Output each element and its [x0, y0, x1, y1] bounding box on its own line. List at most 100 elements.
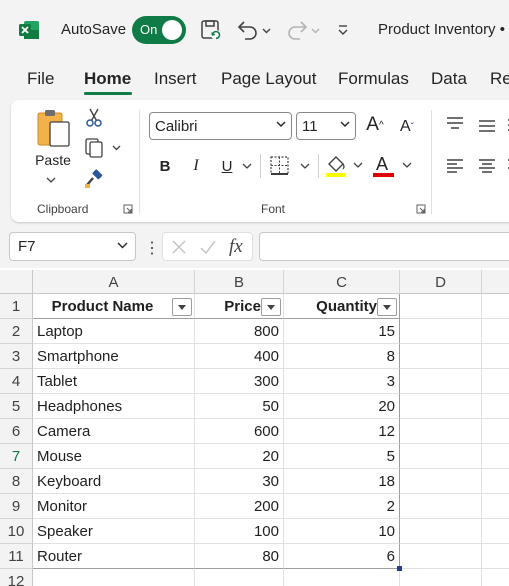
cell[interactable] — [400, 519, 482, 544]
cell-product-name[interactable]: Monitor — [33, 494, 195, 519]
cell[interactable] — [482, 469, 509, 494]
row-header[interactable]: 8 — [0, 469, 33, 494]
align-right-icon[interactable] — [505, 154, 509, 178]
tab-file[interactable]: File — [27, 69, 54, 89]
header-cell-quantity[interactable]: Quantity — [284, 294, 400, 319]
customize-quick-access-icon[interactable] — [337, 17, 349, 43]
row-header[interactable]: 10 — [0, 519, 33, 544]
cell[interactable] — [482, 319, 509, 344]
table-resize-handle[interactable] — [397, 566, 402, 571]
confirm-entry-icon[interactable] — [199, 239, 217, 255]
font-color-button[interactable]: A — [371, 152, 417, 180]
align-left-icon[interactable] — [443, 154, 467, 178]
cell-price[interactable]: 20 — [195, 444, 284, 469]
cell-quantity[interactable]: 20 — [284, 394, 400, 419]
column-header-d[interactable]: D — [400, 270, 482, 294]
column-header-a[interactable]: A — [33, 270, 195, 294]
cell-price[interactable]: 600 — [195, 419, 284, 444]
clipboard-launcher-icon[interactable] — [123, 204, 133, 214]
cell-product-name[interactable]: Smartphone — [33, 344, 195, 369]
format-painter-icon[interactable] — [83, 168, 105, 190]
font-launcher-icon[interactable] — [416, 204, 426, 214]
cell-product-name[interactable]: Laptop — [33, 319, 195, 344]
cell-product-name[interactable]: Camera — [33, 419, 195, 444]
cell[interactable] — [400, 469, 482, 494]
header-cell-price[interactable]: Price — [195, 294, 284, 319]
cell-product-name[interactable]: Tablet — [33, 369, 195, 394]
cell[interactable] — [400, 344, 482, 369]
cell[interactable] — [33, 569, 195, 586]
cell-product-name[interactable]: Keyboard — [33, 469, 195, 494]
row-header-active[interactable]: 7 — [0, 444, 33, 469]
cell-quantity[interactable]: 18 — [284, 469, 400, 494]
row-header[interactable]: 12 — [0, 569, 33, 586]
cell[interactable] — [482, 544, 509, 569]
insert-function-icon[interactable]: fx — [229, 236, 243, 258]
filter-dropdown-button[interactable] — [377, 298, 397, 316]
shrink-font-button[interactable]: Aˇ — [394, 114, 420, 140]
row-header[interactable]: 11 — [0, 544, 33, 569]
cell[interactable] — [400, 569, 482, 586]
column-header-c[interactable]: C — [284, 270, 400, 294]
cell[interactable] — [482, 519, 509, 544]
cell-quantity[interactable]: 6 — [284, 544, 400, 569]
cell-quantity[interactable]: 10 — [284, 519, 400, 544]
row-header[interactable]: 9 — [0, 494, 33, 519]
cell[interactable] — [482, 344, 509, 369]
bottom-align-icon[interactable] — [505, 114, 509, 138]
row-header[interactable]: 2 — [0, 319, 33, 344]
filter-dropdown-button[interactable] — [172, 298, 192, 316]
cell[interactable] — [482, 494, 509, 519]
cell[interactable] — [400, 394, 482, 419]
bold-button[interactable]: B — [154, 154, 176, 178]
column-header-e[interactable] — [482, 270, 509, 294]
cell[interactable] — [400, 294, 482, 319]
header-cell-product-name[interactable]: Product Name — [33, 294, 195, 319]
underline-button[interactable]: U — [216, 154, 238, 178]
name-box[interactable]: F7 — [9, 232, 136, 261]
cell[interactable] — [400, 444, 482, 469]
cell[interactable] — [482, 444, 509, 469]
cell-price[interactable]: 30 — [195, 469, 284, 494]
cell[interactable] — [195, 569, 284, 586]
cell-quantity[interactable]: 8 — [284, 344, 400, 369]
cell-product-name[interactable]: Speaker — [33, 519, 195, 544]
cell[interactable] — [284, 569, 400, 586]
tab-insert[interactable]: Insert — [154, 69, 197, 89]
cell-price[interactable]: 800 — [195, 319, 284, 344]
cell-quantity[interactable]: 12 — [284, 419, 400, 444]
select-all-corner[interactable] — [0, 270, 33, 294]
tab-formulas[interactable]: Formulas — [338, 69, 409, 89]
tab-page-layout[interactable]: Page Layout — [221, 69, 316, 89]
row-header[interactable]: 3 — [0, 344, 33, 369]
cell-price[interactable]: 300 — [195, 369, 284, 394]
cell-price[interactable]: 400 — [195, 344, 284, 369]
cell[interactable] — [400, 319, 482, 344]
row-header[interactable]: 4 — [0, 369, 33, 394]
tab-home[interactable]: Home — [84, 69, 131, 89]
cut-icon[interactable] — [83, 107, 105, 129]
cell-product-name[interactable]: Headphones — [33, 394, 195, 419]
cell-price[interactable]: 100 — [195, 519, 284, 544]
cell-product-name[interactable]: Router — [33, 544, 195, 569]
cell-quantity[interactable]: 2 — [284, 494, 400, 519]
cell[interactable] — [482, 294, 509, 319]
italic-button[interactable]: I — [185, 154, 207, 178]
row-header[interactable]: 5 — [0, 394, 33, 419]
redo-icon[interactable] — [284, 17, 320, 43]
tab-data[interactable]: Data — [431, 69, 467, 89]
underline-chevron-icon[interactable] — [240, 154, 254, 178]
cell[interactable] — [400, 419, 482, 444]
tab-review[interactable]: Re — [490, 69, 509, 89]
autosave-toggle[interactable]: On — [132, 16, 186, 44]
undo-icon[interactable] — [235, 17, 271, 43]
save-icon[interactable] — [200, 17, 222, 43]
paste-button[interactable]: Paste — [31, 108, 75, 180]
formula-bar-grip-icon[interactable]: ⋮ — [144, 238, 160, 258]
cell-price[interactable]: 50 — [195, 394, 284, 419]
cell[interactable] — [400, 544, 482, 569]
font-name-select[interactable]: Calibri — [149, 112, 292, 140]
cell-quantity[interactable]: 15 — [284, 319, 400, 344]
align-center-icon[interactable] — [475, 154, 499, 178]
borders-button[interactable] — [268, 154, 318, 178]
